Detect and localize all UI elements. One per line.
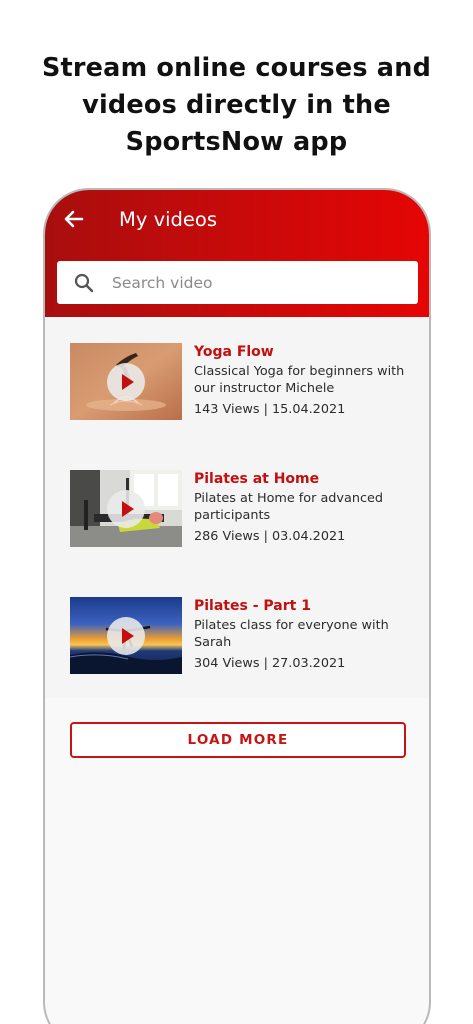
video-meta: 143 Views | 15.04.2021 — [194, 402, 346, 417]
video-description: Pilates at Home for advanced participant… — [194, 491, 383, 523]
play-icon — [122, 374, 134, 390]
video-meta: 286 Views | 03.04.2021 — [194, 529, 346, 544]
back-button[interactable] — [63, 208, 85, 230]
video-title[interactable]: Pilates - Part 1 — [194, 597, 311, 615]
arrow-left-icon — [64, 210, 84, 228]
play-icon — [122, 501, 134, 517]
promo-line-3: SportsNow app — [125, 127, 348, 157]
video-thumbnail[interactable] — [70, 343, 182, 420]
page-title: My videos — [119, 208, 217, 231]
phone-frame: My videos Search video Yoga Flow Classic… — [43, 188, 431, 1024]
video-title[interactable]: Pilates at Home — [194, 470, 319, 488]
promo-line-2: videos directly in the — [82, 90, 391, 120]
video-title[interactable]: Yoga Flow — [194, 343, 274, 361]
play-button[interactable] — [107, 617, 145, 655]
play-icon — [122, 628, 134, 644]
promo-line-1: Stream online courses and — [41, 53, 432, 83]
app-header: My videos — [45, 190, 429, 317]
play-button[interactable] — [107, 490, 145, 528]
play-button[interactable] — [107, 363, 145, 401]
video-item[interactable]: Pilates - Part 1 Pilates class for every… — [70, 597, 410, 677]
video-description: Classical Yoga for beginners with our in… — [194, 364, 405, 396]
search-bar[interactable] — [57, 261, 418, 304]
video-list: Yoga Flow Classical Yoga for beginners w… — [45, 317, 429, 698]
video-thumbnail[interactable] — [70, 470, 182, 547]
video-meta: 304 Views | 27.03.2021 — [194, 656, 346, 671]
video-item[interactable]: Yoga Flow Classical Yoga for beginners w… — [70, 343, 410, 423]
promo-headline: Stream online courses and videos directl… — [0, 50, 473, 161]
video-item[interactable]: Pilates at Home Pilates at Home for adva… — [70, 470, 410, 550]
search-icon — [74, 273, 94, 293]
video-description: Pilates class for everyone with Sarah — [194, 618, 389, 650]
search-input[interactable] — [112, 261, 402, 304]
load-more-button[interactable]: LOAD MORE — [70, 722, 406, 758]
video-thumbnail[interactable] — [70, 597, 182, 674]
